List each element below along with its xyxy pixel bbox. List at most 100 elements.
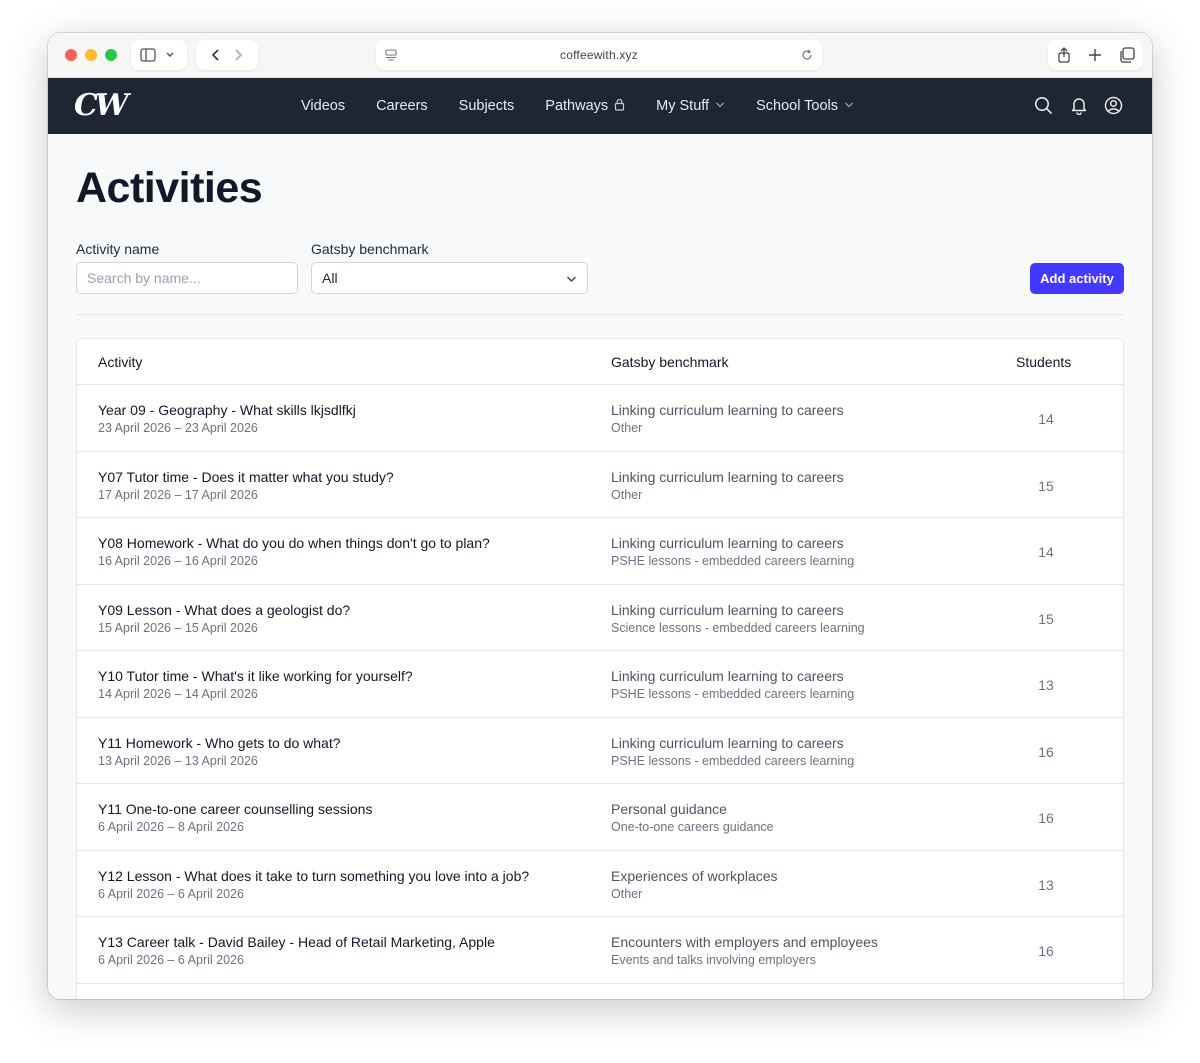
site-navbar: CW Videos Careers Subjects Pathways My S… [48, 78, 1152, 134]
nav-link-videos[interactable]: Videos [301, 98, 345, 114]
activities-table: Activity Gatsby benchmark Students Year … [76, 338, 1124, 999]
table-row[interactable]: Y11 One-to-one career counselling sessio… [77, 784, 1123, 851]
activity-title: Year 09 - Geography - What skills lkjsdl… [98, 402, 356, 418]
benchmark-name: Linking curriculum learning to careers [611, 468, 844, 485]
nav-link-pathways[interactable]: Pathways [545, 98, 625, 114]
column-header-activity[interactable]: Activity [98, 354, 142, 370]
gatsby-benchmark-label: Gatsby benchmark [311, 241, 429, 257]
gatsby-benchmark-select[interactable]: All [311, 262, 588, 294]
column-header-gatsby[interactable]: Gatsby benchmark [611, 354, 729, 370]
activity-dates: 15 April 2026 – 15 April 2026 [98, 620, 258, 635]
chevron-down-icon [159, 44, 181, 66]
nav-link-subjects[interactable]: Subjects [459, 98, 515, 114]
benchmark-subtype: Other [611, 421, 643, 435]
page-settings-icon[interactable] [380, 44, 402, 66]
table-row[interactable]: Y07 Tutor time - Does it matter what you… [77, 452, 1123, 518]
chevron-down-icon [715, 100, 725, 112]
url-text: coffeewith.xyz [560, 48, 638, 62]
benchmark-subtype: One-to-one careers guidance [611, 820, 774, 834]
tabs-overview-icon[interactable] [1116, 44, 1138, 66]
benchmark-name: Linking curriculum learning to careers [611, 601, 844, 618]
add-activity-button[interactable]: Add activity [1030, 263, 1124, 294]
benchmark-subtype: PSHE lessons - embedded careers learning [611, 687, 855, 701]
activity-title: Y11 One-to-one career counselling sessio… [98, 801, 373, 817]
activity-name-search-input[interactable]: Search by name... [76, 262, 298, 294]
activity-dates: 17 April 2026 – 17 April 2026 [98, 487, 258, 502]
filters-divider [76, 314, 1124, 315]
benchmark-subtype: Events and talks involving employers [611, 953, 816, 967]
minimize-window-button[interactable] [85, 49, 97, 61]
user-account-icon[interactable] [1103, 93, 1124, 117]
activity-dates: 6 April 2026 – 8 April 2026 [98, 820, 244, 834]
benchmark-name: Encounters with employers and employees [611, 934, 878, 950]
table-header: Activity Gatsby benchmark Students [77, 339, 1123, 385]
activity-dates: 13 April 2026 – 13 April 2026 [98, 753, 258, 768]
benchmark-subtype: Science lessons - embedded careers learn… [611, 620, 865, 635]
student-count: 15 [1038, 610, 1054, 627]
table-row[interactable]: Y09 Lesson - What does a geologist do? 1… [77, 585, 1123, 651]
share-icon[interactable] [1053, 44, 1075, 66]
activity-dates: 14 April 2026 – 14 April 2026 [98, 687, 258, 701]
table-row[interactable]: Y08 Homework - What do you do when thing… [77, 518, 1123, 585]
activity-dates: 6 April 2026 – 6 April 2026 [98, 886, 244, 901]
benchmark-subtype: PSHE lessons - embedded careers learning [611, 554, 855, 568]
benchmark-name: Experiences of workplaces [611, 867, 778, 884]
browser-actions [1048, 40, 1143, 70]
chevron-down-icon [566, 270, 577, 286]
activity-title: Y09 Lesson - What does a geologist do? [98, 601, 351, 618]
activity-dates: 6 April 2026 – 6 April 2026 [98, 953, 244, 967]
history-navigation [196, 40, 258, 70]
new-tab-icon[interactable] [1084, 44, 1106, 66]
table-row[interactable]: Y12 Lesson - What does it take to turn s… [77, 851, 1123, 917]
table-row[interactable]: Y10 Tutor time - What's it like working … [77, 651, 1123, 718]
table-row[interactable]: Year 09 - Geography - What skills lkjsdl… [77, 385, 1123, 452]
benchmark-subtype: PSHE lessons - embedded careers learning [611, 753, 855, 768]
benchmark-name: Linking curriculum learning to careers [611, 402, 844, 418]
address-bar[interactable]: coffeewith.xyz [376, 40, 822, 70]
column-header-students[interactable]: Students [1016, 354, 1071, 370]
notifications-bell-icon[interactable] [1068, 93, 1089, 117]
student-count: 16 [1038, 943, 1054, 959]
maximize-window-button[interactable] [105, 49, 117, 61]
benchmark-name: Linking curriculum learning to careers [611, 535, 844, 551]
activity-title: Y10 Tutor time - What's it like working … [98, 668, 413, 684]
student-count: 13 [1038, 677, 1054, 693]
student-count: 16 [1038, 743, 1054, 760]
student-count: 14 [1038, 411, 1054, 427]
search-icon[interactable] [1033, 93, 1054, 117]
forward-icon[interactable] [227, 44, 249, 66]
benchmark-name: Linking curriculum learning to careers [611, 734, 844, 751]
table-row[interactable]: Y13 Career talk - David Bailey - Head of… [77, 917, 1123, 984]
page-title: Activities [76, 164, 263, 212]
nav-link-careers[interactable]: Careers [376, 98, 428, 114]
sidebar-icon [137, 44, 159, 66]
chevron-down-icon [844, 100, 854, 112]
back-icon[interactable] [205, 44, 227, 66]
close-window-button[interactable] [65, 49, 77, 61]
activity-title: Y07 Tutor time - Does it matter what you… [98, 468, 394, 485]
activity-title: Y11 Homework - Who gets to do what? [98, 734, 341, 751]
nav-link-school-tools[interactable]: School Tools [756, 98, 854, 114]
nav-link-my-stuff[interactable]: My Stuff [656, 98, 725, 114]
activity-name-label: Activity name [76, 241, 160, 257]
reload-icon[interactable] [796, 44, 818, 66]
lock-icon [614, 98, 625, 114]
benchmark-name: Personal guidance [611, 801, 727, 817]
sidebar-toggle[interactable] [131, 40, 187, 70]
student-count: 13 [1038, 876, 1054, 893]
browser-toolbar: coffeewith.xyz [48, 33, 1152, 78]
student-count: 16 [1038, 810, 1054, 826]
gatsby-benchmark-selected-value: All [322, 270, 338, 286]
activity-title: Y13 Career talk - David Bailey - Head of… [98, 934, 495, 950]
activity-dates: 23 April 2026 – 23 April 2026 [98, 421, 258, 435]
browser-window: coffeewith.xyz CW Videos Careers Subject… [48, 33, 1152, 999]
activity-title: Y12 Lesson - What does it take to turn s… [98, 867, 530, 884]
benchmark-subtype: Other [611, 487, 643, 502]
site-logo[interactable]: CW [74, 88, 129, 123]
benchmark-name: Linking curriculum learning to careers [611, 668, 844, 684]
benchmark-subtype: Other [611, 886, 643, 901]
activity-title: Y08 Homework - What do you do when thing… [98, 535, 490, 551]
navbar-actions [1033, 93, 1124, 117]
main-navigation: Videos Careers Subjects Pathways My Stuf… [301, 78, 885, 134]
table-row[interactable]: Y11 Homework - Who gets to do what? 13 A… [77, 718, 1123, 784]
